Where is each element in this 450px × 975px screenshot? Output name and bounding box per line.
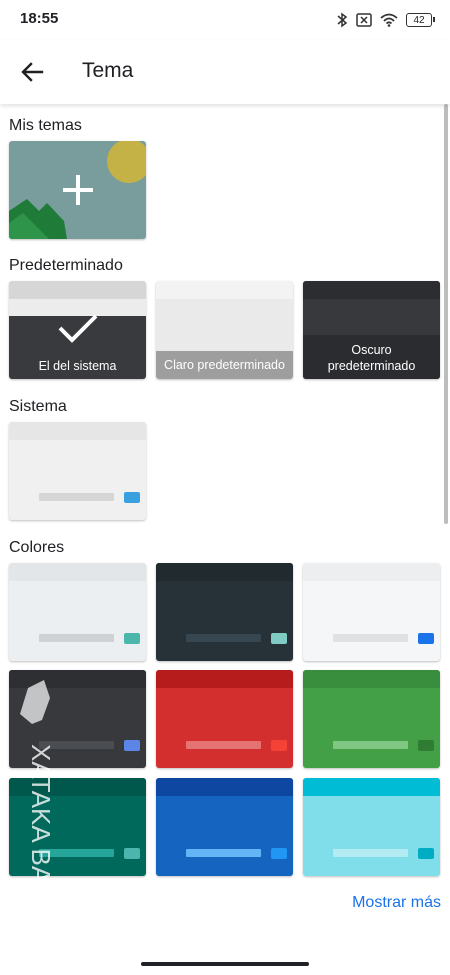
status-time: 18:55	[20, 10, 59, 27]
tile-spacebar	[186, 741, 261, 749]
tile-key	[124, 848, 140, 859]
tile-header	[303, 670, 440, 688]
theme-system[interactable]	[9, 422, 146, 520]
checkmark-icon	[58, 314, 98, 343]
color-theme-tile[interactable]	[156, 670, 293, 768]
arrow-back-icon[interactable]	[18, 58, 46, 86]
wifi-icon	[380, 13, 398, 27]
theme-light-default[interactable]: Claro predeterminado	[156, 281, 293, 379]
tile-overlay: Claro predeterminado	[156, 351, 293, 379]
plus-icon	[63, 175, 93, 205]
watermark-text: XATAKA BA	[26, 744, 56, 884]
tile-header	[303, 281, 440, 299]
app-bar: Tema	[0, 40, 450, 104]
theme-list[interactable]: Mis temas Predeterminado El del sistema …	[0, 104, 450, 964]
tile-key	[124, 740, 140, 751]
tile-key	[271, 740, 287, 751]
tile-header	[9, 563, 146, 581]
status-icons: 42	[336, 10, 435, 30]
tile-header	[156, 281, 293, 299]
tile-spacebar	[39, 634, 114, 642]
tile-key	[124, 633, 140, 644]
theme-label: Oscuro predeterminado	[327, 343, 416, 373]
tile-spacebar	[186, 634, 261, 642]
tile-header	[156, 563, 293, 581]
add-theme-button[interactable]	[9, 141, 146, 239]
tile-spacebar	[333, 741, 408, 749]
xataka-watermark: XATAKA BA	[20, 680, 56, 884]
scrollbar[interactable]	[444, 104, 448, 524]
tile-key	[418, 740, 434, 751]
color-theme-tile[interactable]	[156, 778, 293, 876]
color-theme-tile[interactable]	[9, 563, 146, 661]
color-theme-tile[interactable]	[156, 563, 293, 661]
tile-key	[124, 492, 140, 503]
tile-key	[271, 633, 287, 644]
tile-spacebar	[39, 493, 114, 501]
gesture-nav-handle[interactable]	[141, 962, 309, 966]
theme-label: Claro predeterminado	[164, 358, 285, 372]
battery-icon: 42	[406, 13, 435, 27]
sim-off-icon	[356, 13, 372, 27]
tile-header	[156, 778, 293, 796]
tile-overlay: El del sistema	[9, 314, 146, 379]
color-theme-tile[interactable]	[303, 778, 440, 876]
section-title-my-themes: Mis temas	[9, 117, 82, 134]
color-theme-tile[interactable]	[303, 670, 440, 768]
tile-key	[418, 633, 434, 644]
tile-spacebar	[333, 849, 408, 857]
bluetooth-icon	[337, 12, 348, 28]
tile-spacebar	[186, 849, 261, 857]
section-title-default: Predeterminado	[9, 257, 123, 274]
section-title-system: Sistema	[9, 398, 67, 415]
tile-spacebar	[333, 634, 408, 642]
theme-label: El del sistema	[38, 359, 117, 373]
status-bar: 18:55 42	[0, 0, 450, 40]
battery-level: 42	[413, 14, 425, 26]
tile-header	[303, 778, 440, 796]
tile-header	[156, 670, 293, 688]
tile-header	[9, 281, 146, 299]
page-title: Tema	[82, 59, 134, 82]
theme-system-default[interactable]: El del sistema	[9, 281, 146, 379]
theme-dark-default[interactable]: Oscuro predeterminado	[303, 281, 440, 379]
tile-overlay: Oscuro predeterminado	[303, 335, 440, 379]
tile-header	[9, 422, 146, 440]
section-title-colors: Colores	[9, 539, 65, 556]
tile-key	[271, 848, 287, 859]
color-theme-tile[interactable]	[303, 563, 440, 661]
tile-key	[418, 848, 434, 859]
show-more-link[interactable]: Mostrar más	[352, 894, 441, 912]
tile-header	[303, 563, 440, 581]
